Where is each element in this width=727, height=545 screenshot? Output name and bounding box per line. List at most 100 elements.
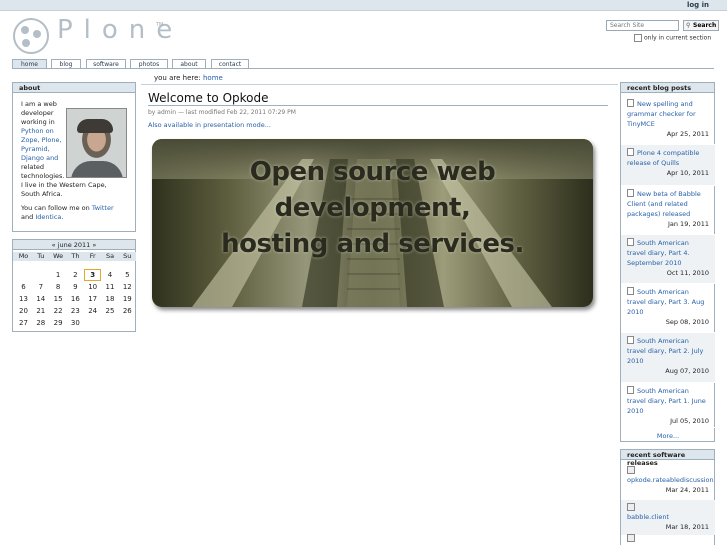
blog-post-link[interactable]: South American travel diary, Part 4. Sep…: [627, 239, 690, 267]
document-icon: [627, 336, 634, 344]
calendar-day[interactable]: 12: [119, 283, 136, 291]
calendar-day[interactable]: 29: [50, 319, 67, 327]
software-release-link[interactable]: babble.client: [627, 512, 709, 522]
calendar-day[interactable]: 10: [84, 283, 101, 291]
software-release-item: opkode.rateablediscussion Mar 24, 2011: [621, 463, 715, 498]
recent-blog-posts-title: recent blog posts: [621, 83, 714, 93]
blog-post-link[interactable]: South American travel diary, Part 1. Jun…: [627, 387, 706, 415]
calendar-day[interactable]: 13: [15, 295, 32, 303]
follow-period: .: [61, 213, 64, 221]
page-title: Welcome to Opkode: [148, 91, 269, 105]
blog-post-date: Jul 05, 2010: [670, 417, 709, 425]
blog-post-item: New spelling and grammar checker for Tin…: [621, 96, 715, 145]
calendar-weekday: Mo: [18, 252, 29, 260]
recent-blog-posts-portlet: recent blog posts New spelling and gramm…: [620, 82, 715, 442]
document-icon: [627, 386, 634, 394]
calendar-day[interactable]: 28: [32, 319, 49, 327]
blog-post-link[interactable]: Plone 4 compatible release of Quills: [627, 149, 699, 167]
twitter-link[interactable]: Twitter: [92, 204, 114, 212]
login-link[interactable]: log in: [687, 1, 709, 9]
hero-tagline: Open source web development, hosting and…: [152, 154, 593, 262]
calendar-day[interactable]: 23: [67, 307, 84, 315]
calendar-day[interactable]: 24: [84, 307, 101, 315]
software-release-link[interactable]: opkode.rateablediscussion: [627, 475, 714, 485]
pyramid-link[interactable]: Pyramid,: [21, 145, 127, 154]
blog-post-item: South American travel diary, Part 3. Aug…: [621, 284, 715, 333]
blog-post-link[interactable]: South American travel diary, Part 3. Aug…: [627, 288, 704, 316]
breadcrumb-home-link[interactable]: home: [203, 74, 223, 82]
about-portlet: about I am a web developer working in Py…: [12, 82, 136, 232]
calendar-day[interactable]: 8: [50, 283, 67, 291]
zope-plone-link[interactable]: Zope, Plone,: [21, 136, 127, 145]
plone-logo[interactable]: Plone TM: [12, 15, 172, 55]
django-link[interactable]: Django and: [21, 154, 127, 163]
about-line: working in: [21, 118, 55, 126]
calendar-day[interactable]: 9: [67, 283, 84, 291]
blog-post-date: Apr 10, 2011: [666, 169, 709, 177]
blog-post-item: South American travel diary, Part 1. Jun…: [621, 383, 715, 428]
logo-trademark: TM: [156, 22, 164, 28]
hero-tagline-line2: hosting and services.: [221, 229, 524, 259]
calendar-day[interactable]: 22: [50, 307, 67, 315]
calendar-day[interactable]: 27: [15, 319, 32, 327]
calendar-day[interactable]: 1: [50, 271, 67, 279]
presentation-mode-link[interactable]: Also available in presentation mode...: [148, 121, 271, 129]
calendar-weekday: We: [53, 252, 64, 260]
calendar-week: 6 7 8 9 10 11 12: [13, 283, 136, 295]
package-icon: [627, 503, 635, 511]
package-icon: [627, 466, 635, 474]
blog-post-link[interactable]: New beta of Babble Client (and related p…: [627, 190, 701, 218]
calendar-day[interactable]: 26: [119, 307, 136, 315]
about-text: I am a web developer working in Python o…: [21, 100, 127, 222]
recent-software-releases-portlet: recent software releases opkode.rateable…: [620, 449, 715, 545]
identica-link[interactable]: Identica: [35, 213, 61, 221]
calendar-day[interactable]: 2: [67, 271, 84, 279]
calendar-day[interactable]: 16: [67, 295, 84, 303]
calendar-day[interactable]: 25: [102, 307, 119, 315]
calendar-day[interactable]: 14: [32, 295, 49, 303]
calendar-today[interactable]: 3: [84, 269, 102, 281]
calendar-week: 27 28 29 30: [13, 319, 136, 331]
breadcrumb-label: you are here:: [154, 74, 201, 82]
calendar-week: 20 21 22 23 24 25 26: [13, 307, 136, 319]
blog-post-link[interactable]: South American travel diary, Part 2. Jul…: [627, 337, 703, 365]
breadcrumb: you are here: home: [154, 74, 223, 82]
search-box: ⚲Search only in current section: [606, 20, 719, 42]
calendar-day[interactable]: 21: [32, 307, 49, 315]
calendar-day[interactable]: 20: [15, 307, 32, 315]
calendar-day[interactable]: 30: [67, 319, 84, 327]
more-blog-posts-link[interactable]: More...: [621, 432, 715, 440]
only-current-label: only in current section: [644, 34, 712, 42]
blog-post-date: Apr 25, 2011: [666, 130, 709, 138]
calendar-title[interactable]: « june 2011 »: [13, 240, 135, 250]
search-input[interactable]: [606, 20, 679, 31]
calendar-day[interactable]: 6: [15, 283, 32, 291]
only-current-checkbox[interactable]: [634, 34, 642, 42]
blog-post-link[interactable]: New spelling and grammar checker for Tin…: [627, 100, 696, 128]
calendar-day[interactable]: 5: [119, 271, 136, 279]
about-line: I am a web: [21, 100, 57, 108]
calendar-day[interactable]: 15: [50, 295, 67, 303]
calendar-portlet: « june 2011 » Mo Tu We Th Fr Sa Su 1 2 3 4 5 6 7 8 9 10…: [12, 239, 136, 332]
blog-post-item: Plone 4 compatible release of Quills Apr …: [621, 145, 715, 186]
calendar-weekdays: Mo Tu We Th Fr Sa Su: [13, 252, 136, 261]
calendar-day[interactable]: 17: [84, 295, 101, 303]
blog-post-item: South American travel diary, Part 4. Sep…: [621, 235, 715, 284]
only-current-section-option[interactable]: only in current section: [634, 34, 724, 42]
calendar-day[interactable]: 18: [102, 295, 119, 303]
calendar-week: 13 14 15 16 17 18 19: [13, 295, 136, 307]
calendar-day[interactable]: 11: [102, 283, 119, 291]
software-release-date: Mar 24, 2011: [665, 486, 709, 494]
blog-post-date: Jan 19, 2011: [667, 220, 709, 228]
python-link[interactable]: Python on: [21, 127, 127, 136]
calendar-day[interactable]: 19: [119, 295, 136, 303]
calendar-weekday: Tu: [37, 252, 45, 260]
tab-divider: [12, 68, 714, 69]
breadcrumb-divider: [141, 84, 618, 85]
package-icon: [627, 534, 635, 542]
calendar-day[interactable]: 4: [102, 271, 119, 279]
logo-text: Plone: [57, 15, 184, 45]
search-button[interactable]: ⚲ Search: [683, 20, 719, 31]
calendar-day[interactable]: 7: [32, 283, 49, 291]
software-release-item: collective.alerts: [621, 531, 715, 545]
